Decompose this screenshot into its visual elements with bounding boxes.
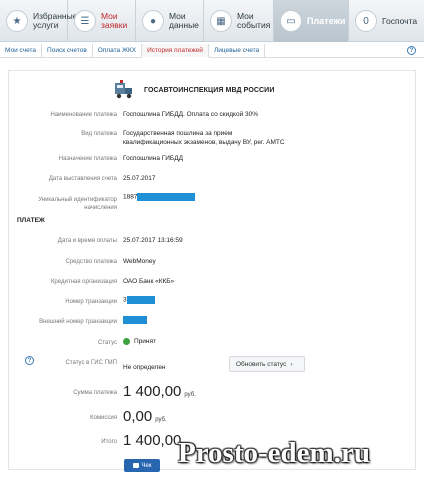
help-icon[interactable]: ? [407,46,416,55]
status-text: Принят [134,338,157,345]
currency: руб. [155,417,167,423]
mail-icon: 0 [355,10,377,32]
payment-purpose-label: Назначение платежа [58,156,117,162]
payment-datetime-value: 25.07.2017 13:16:59 [123,237,183,244]
nav-tab-favorites[interactable]: ★ Избранные услуги [0,0,77,42]
payment-method-label: Средство платежа [65,259,117,265]
update-status-button[interactable]: Обновить статус › [229,356,305,372]
nav-tab-requests[interactable]: ☰ Мои заявки [68,0,136,42]
status-value: Принят [123,338,156,345]
nav-tab-payments[interactable]: ▭ Платежи [274,0,349,42]
fee-label: Комиссия [90,415,117,421]
payment-type-value: Государственная пошлина за прием квалифи… [123,130,285,146]
total-value-row: 1 400,00 [123,432,181,449]
redaction-mark [137,193,196,201]
calendar-icon: ▦ [210,10,232,32]
nav-tab-label: Мои события [237,11,271,30]
uid-value-row: 1887 [123,193,196,202]
bill-date-label: Дата выставления счета [48,176,117,182]
bank-value: ОАО Банк «ККБ» [123,278,175,285]
sub-nav: Мои счета Поиск счетов Оплата ЖКХ Истори… [0,44,424,58]
external-transaction-value [123,316,147,325]
redaction-mark [123,316,147,324]
nav-tab-mail[interactable]: 0 Госпочта [349,0,424,42]
printer-icon [132,463,139,468]
total-value: 1 400,00 [123,432,182,449]
gis-status-label: Статус в ГИС ГМП [65,360,117,366]
fee-value-row: 0,00 руб. [123,408,167,425]
gis-status-value: Не определен [123,364,166,371]
external-transaction-label: Внешний номер транзакции [39,319,117,325]
watermark: Prosto-edem.ru [178,437,370,469]
payment-purpose-value: Госпошлина ГИБДД [123,155,183,162]
redaction-mark [126,296,155,304]
organization-icon [115,80,132,99]
service-icon: ★ [6,10,28,32]
nav-tab-label: Мои данные [169,11,199,30]
transaction-label: Номер транзакции [65,299,117,305]
requests-icon: ☰ [74,10,96,32]
subtab-search-bills[interactable]: Поиск счетов [42,44,93,58]
nav-tab-label: Мои заявки [101,11,128,30]
nav-tab-label: Госпочта [382,15,418,26]
subtab-personal-accounts[interactable]: Лицевые счета [209,44,266,58]
user-icon: ● [142,10,164,32]
subtab-utilities[interactable]: Оплата ЖКХ [93,44,143,58]
uid-label: Уникальный идентификатор начисления [38,197,117,211]
total-label: Итого [101,439,117,445]
organization-name: ГОСАВТОИНСПЕКЦИЯ МВД РОССИИ [144,87,275,94]
nav-tab-events[interactable]: ▦ Мои события [204,0,274,42]
uid-value: 1887 [123,193,138,201]
payment-section-title: ПЛАТЕЖ [17,217,45,224]
check-circle-icon [123,338,130,345]
payment-method-value: WebMoney [123,258,156,265]
currency: руб. [184,392,196,398]
chevron-right-icon: › [290,360,293,368]
update-status-label: Обновить статус [236,360,287,368]
payment-datetime-label: Дата и время оплаты [57,238,117,244]
fee-value: 0,00 [123,408,153,425]
status-label: Статус [98,340,117,346]
transaction-value-row: 3 [123,296,155,305]
subtab-my-bills[interactable]: Мои счета [0,44,43,58]
nav-tab-data[interactable]: ● Мои данные [136,0,204,42]
payment-type-label: Вид платежа [81,131,117,137]
sum-value: 1 400,00 [123,383,182,400]
gis-help-icon[interactable]: ? [25,356,34,365]
bank-label: Кредитная организация [50,279,117,285]
payment-name-label: Наименование платежа [50,112,117,118]
receipt-button-label: Чек [141,462,152,469]
payment-name-value: Госпошлина ГИБДД. Оплата со скидкой 30% [123,111,259,118]
receipt-button[interactable]: Чек [124,459,160,472]
nav-tab-label: Платежи [307,15,346,26]
subtab-payment-history[interactable]: История платежей [142,44,209,58]
bill-date-value: 25.07.2017 [123,175,156,182]
sum-value-row: 1 400,00 руб. [123,383,196,400]
sum-label: Сумма платежа [73,390,117,396]
wallet-icon: ▭ [280,10,302,32]
top-nav: ★ Избранные услуги ☰ Мои заявки ● Мои да… [0,0,424,42]
